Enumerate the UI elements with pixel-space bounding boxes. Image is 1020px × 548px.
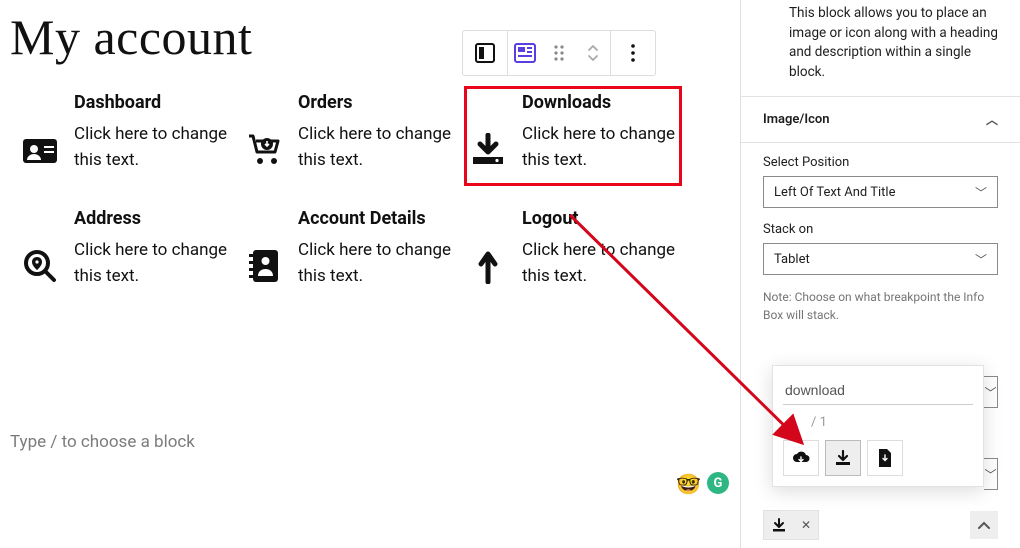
select-position-value: Left Of Text And Title	[774, 185, 895, 200]
panel-title: Image/Icon	[763, 112, 830, 127]
stack-on-value: Tablet	[774, 252, 810, 267]
id-card-icon	[20, 130, 60, 170]
icon-picker-popover: / 1	[772, 365, 984, 487]
hidden-select-1[interactable]: ﹀	[984, 376, 998, 408]
toolbar-infobox-button[interactable]	[508, 31, 542, 75]
select-position-label: Select Position	[763, 155, 998, 170]
scroll-up-button[interactable]	[970, 511, 998, 539]
grammarly-icon[interactable]: G	[707, 472, 729, 494]
download-icon	[468, 130, 508, 170]
stack-on-note: Note: Choose on what breakpoint the Info…	[763, 289, 998, 324]
chevron-down-icon: ﹀	[984, 384, 996, 401]
stack-on-dropdown[interactable]: Tablet ﹀	[763, 243, 998, 275]
block-toolbar	[462, 30, 656, 76]
icon-option-cloud-download[interactable]	[783, 440, 819, 476]
select-position-dropdown[interactable]: Left Of Text And Title ﹀	[763, 176, 998, 208]
info-box-orders[interactable]: Orders Click here to change this text.	[244, 92, 454, 174]
block-inserter-placeholder[interactable]: Type / to choose a block	[10, 432, 195, 452]
info-box-title: Orders	[298, 92, 454, 113]
info-box-title: Logout	[522, 208, 678, 229]
info-box-desc: Click here to change this text.	[522, 121, 678, 174]
editor-canvas: My account Dashboard Click here to chang…	[0, 0, 738, 548]
map-search-icon	[20, 246, 60, 286]
nerd-face-icon[interactable]: 🤓	[676, 472, 701, 496]
contact-book-icon	[244, 246, 284, 286]
info-box-desc: Click here to change this text.	[522, 237, 678, 290]
info-box-dashboard[interactable]: Dashboard Click here to change this text…	[20, 92, 230, 174]
selected-icon-chip: ✕	[763, 510, 819, 540]
chevron-down-icon: ﹀	[975, 251, 987, 268]
info-box-title: Account Details	[298, 208, 454, 229]
info-box-grid: Dashboard Click here to change this text…	[20, 92, 728, 289]
panel-image-icon-header[interactable]: Image/Icon ︿	[741, 96, 1020, 143]
download-icon	[764, 510, 794, 540]
info-box-desc: Click here to change this text.	[298, 237, 454, 290]
remove-icon-button[interactable]: ✕	[794, 510, 818, 540]
toolbar-layout-button[interactable]	[463, 31, 507, 75]
toolbar-more-button[interactable]	[611, 31, 655, 75]
selected-icon-row: ✕	[763, 510, 998, 540]
icon-option-file-download[interactable]	[867, 440, 903, 476]
info-box-address[interactable]: Address Click here to change this text.	[20, 208, 230, 290]
block-description: This block allows you to place an image …	[741, 0, 1020, 96]
arrow-up-icon	[468, 246, 508, 286]
toolbar-drag-handle[interactable]	[542, 31, 576, 75]
info-box-desc: Click here to change this text.	[74, 121, 230, 174]
chevron-down-icon: ﹀	[975, 184, 987, 201]
icon-search-input[interactable]	[783, 376, 973, 405]
chevron-down-icon: ﹀	[984, 466, 996, 483]
info-box-desc: Click here to change this text.	[74, 237, 230, 290]
icon-picker-pagination: / 1	[783, 411, 973, 440]
info-box-logout[interactable]: Logout Click here to change this text.	[468, 208, 678, 290]
info-box-title: Dashboard	[74, 92, 230, 113]
assistant-badges: 🤓 G	[676, 472, 729, 496]
cart-download-icon	[244, 130, 284, 170]
info-box-title: Downloads	[522, 92, 678, 113]
chevron-up-icon: ︿	[986, 111, 998, 128]
info-box-desc: Click here to change this text.	[298, 121, 454, 174]
toolbar-move-updown[interactable]	[576, 31, 610, 75]
hidden-select-2[interactable]: ﹀	[984, 458, 998, 490]
info-box-title: Address	[74, 208, 230, 229]
stack-on-label: Stack on	[763, 222, 998, 237]
info-box-downloads[interactable]: Downloads Click here to change this text…	[466, 88, 680, 184]
info-box-account-details[interactable]: Account Details Click here to change thi…	[244, 208, 454, 290]
icon-option-download[interactable]	[825, 440, 861, 476]
